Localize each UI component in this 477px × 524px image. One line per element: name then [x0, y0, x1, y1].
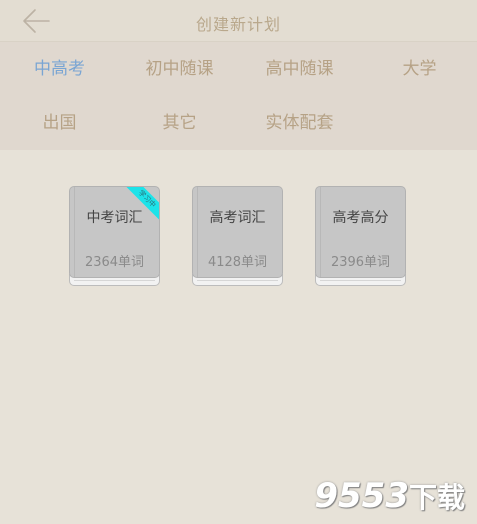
book-title: 中考词汇	[86, 210, 143, 226]
book-title: 高考词汇	[209, 210, 266, 226]
book-card-zhongkao[interactable]: 中考词汇 2364单词 学习中	[69, 186, 160, 286]
header-bar: 创建新计划	[0, 0, 477, 42]
watermark-number: 9553	[314, 476, 409, 516]
book-word-count: 2396单词	[330, 255, 391, 270]
book-cover: 高考高分 2396单词	[315, 186, 406, 278]
book-word-count: 2364单词	[84, 255, 145, 270]
tab-shiti-peitao[interactable]: 实体配套	[240, 96, 359, 150]
book-cover: 中考词汇 2364单词 学习中	[69, 186, 160, 278]
book-card-gaokao-gaofen[interactable]: 高考高分 2396单词	[315, 186, 406, 286]
tab-zhonggaokao[interactable]: 中高考	[0, 42, 119, 96]
page-title: 创建新计划	[195, 15, 281, 34]
screen: 创建新计划 中高考 初中随课 高中随课 大学 出国 其它 实体配套 中考词汇 2…	[0, 0, 477, 524]
tab-qita[interactable]: 其它	[120, 96, 239, 150]
tab-gaozhong-suike[interactable]: 高中随课	[240, 42, 359, 96]
book-word-count: 4128单词	[207, 255, 268, 270]
site-watermark-logo: 9553下载	[314, 476, 465, 516]
tab-chuguo[interactable]: 出国	[0, 96, 119, 150]
watermark-suffix: 下载	[408, 481, 465, 514]
tab-chuzhong-suike[interactable]: 初中随课	[120, 42, 239, 96]
book-cover: 高考词汇 4128单词	[192, 186, 283, 278]
book-card-gaokao[interactable]: 高考词汇 4128单词	[192, 186, 283, 286]
book-list: 中考词汇 2364单词 学习中 高考词汇 4128单词 高考高分 2396单词	[0, 150, 477, 350]
tab-daxue[interactable]: 大学	[360, 42, 477, 96]
book-title: 高考高分	[332, 210, 389, 226]
category-tabs: 中高考 初中随课 高中随课 大学 出国 其它 实体配套	[0, 42, 477, 150]
